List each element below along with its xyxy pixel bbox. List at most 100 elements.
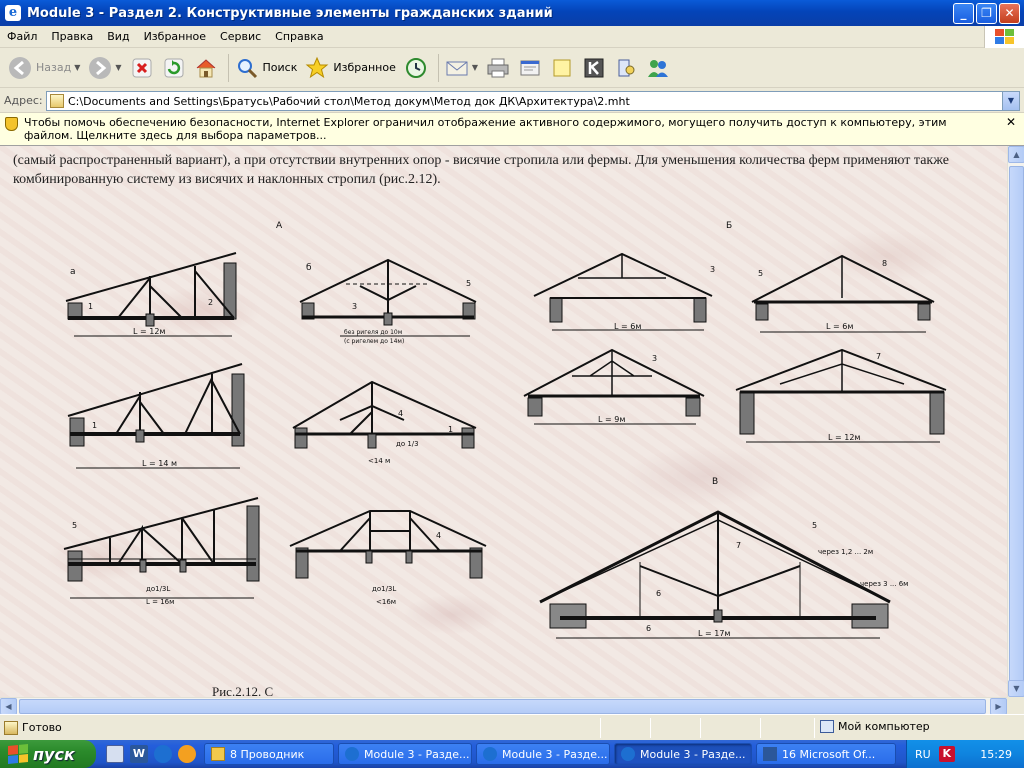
dim-d5: до 1/3 xyxy=(396,440,419,448)
security-zone[interactable]: Мой компьютер xyxy=(820,720,930,733)
dim-d11: L = 6м xyxy=(614,322,641,331)
figure-group-b-label: Б xyxy=(726,221,732,231)
edit-button[interactable] xyxy=(516,52,544,84)
address-bar: Адрес: C:\Documents and Settings\Братусь… xyxy=(0,89,1024,113)
word-icon[interactable]: W xyxy=(130,745,148,763)
stop-button[interactable] xyxy=(128,52,156,84)
num-7a: 7 xyxy=(876,352,881,361)
ie-task-icon xyxy=(483,747,497,761)
page-content: (самый распространенный вариант), а при … xyxy=(0,146,1007,697)
print-button[interactable] xyxy=(484,52,512,84)
vertical-scrollbar[interactable]: ▲ ▼ xyxy=(1007,146,1024,697)
ie-icon[interactable] xyxy=(154,745,172,763)
infobar-close-icon[interactable]: ✕ xyxy=(1006,115,1016,129)
infobar-text: Чтобы помочь обеспечению безопасности, I… xyxy=(24,116,947,142)
page-status-icon xyxy=(4,720,18,735)
title-bar: e Module 3 - Раздел 2. Конструктивные эл… xyxy=(0,0,1024,26)
address-dropdown-icon[interactable]: ▼ xyxy=(1002,92,1019,110)
horizontal-scroll-thumb[interactable] xyxy=(19,699,986,714)
ie-task-icon xyxy=(345,747,359,761)
num-4b: 4 xyxy=(436,531,441,540)
taskbar-module3-1[interactable]: Module 3 - Разде... xyxy=(338,743,472,765)
messenger-icon xyxy=(646,56,670,80)
ie-app-icon: e xyxy=(5,5,21,21)
discuss-button[interactable] xyxy=(548,52,576,84)
num-3a: 3 xyxy=(352,302,357,311)
stop-icon xyxy=(130,56,154,80)
dim-d13: L = 9м xyxy=(598,415,625,424)
note-icon xyxy=(550,56,574,80)
scroll-right-icon[interactable]: ▶ xyxy=(990,698,1007,715)
truss-figure: А Б В а L = 12м 1 2 б без ригеля до 10м … xyxy=(63,221,947,639)
back-arrow-icon xyxy=(8,56,32,80)
sub-label-a: а xyxy=(70,267,76,277)
scroll-up-icon[interactable]: ▲ xyxy=(1008,146,1024,163)
task-label: 16 Microsoft Of... xyxy=(782,747,876,761)
mht-file-icon xyxy=(50,94,64,108)
mail-dropdown-icon[interactable]: ▼ xyxy=(472,63,478,72)
scroll-left-icon[interactable]: ◀ xyxy=(0,698,17,715)
history-icon xyxy=(404,56,428,80)
num-5a: 5 xyxy=(466,279,471,288)
status-separator xyxy=(650,718,651,738)
scroll-down-icon[interactable]: ▼ xyxy=(1008,680,1024,697)
truss-b3: L = 9м 3 xyxy=(523,348,705,425)
truss-b1: L = 6м 3 xyxy=(533,252,715,331)
menu-edit[interactable]: Правка xyxy=(44,26,100,48)
start-button[interactable]: пуск xyxy=(0,740,96,768)
back-dropdown-icon[interactable]: ▼ xyxy=(74,63,80,72)
figure-group-a-label: А xyxy=(276,221,283,231)
close-button[interactable]: ✕ xyxy=(999,3,1020,24)
dim-d10: <16м xyxy=(376,598,396,606)
taskbar-explorer[interactable]: 8 Проводник xyxy=(204,743,334,765)
truss-b4: L = 12м 7 xyxy=(735,348,947,443)
back-button[interactable]: Назад ▼ xyxy=(6,52,82,84)
menu-file[interactable]: Файл xyxy=(0,26,44,48)
refresh-button[interactable] xyxy=(160,52,188,84)
menu-help[interactable]: Справка xyxy=(268,26,330,48)
language-indicator[interactable]: RU xyxy=(915,748,931,761)
computer-icon xyxy=(820,720,834,733)
search-button[interactable]: Поиск xyxy=(233,52,300,84)
minimize-button[interactable]: _ xyxy=(953,3,974,24)
taskbar-module3-3[interactable]: Module 3 - Разде... xyxy=(614,743,752,765)
k-logo-icon xyxy=(582,56,606,80)
horizontal-scrollbar[interactable]: ◀ ▶ xyxy=(0,697,1007,715)
favorites-button[interactable]: Избранное xyxy=(303,52,397,84)
forward-button[interactable]: ▼ xyxy=(86,52,123,84)
show-desktop-icon[interactable] xyxy=(106,745,124,763)
home-button[interactable] xyxy=(192,52,220,84)
media-player-icon[interactable] xyxy=(178,745,196,763)
maximize-button[interactable]: ❐ xyxy=(976,3,997,24)
num-5c: 5 xyxy=(758,269,763,278)
scroll-corner xyxy=(1007,697,1024,714)
history-button[interactable] xyxy=(402,52,430,84)
truss-b2: L = 6м 5 8 xyxy=(751,254,935,333)
task-label: Module 3 - Разде... xyxy=(364,747,470,761)
menu-tools[interactable]: Сервис xyxy=(213,26,268,48)
system-tray: RU K 15:29 xyxy=(906,740,1024,768)
mail-button[interactable]: ▼ xyxy=(443,52,480,84)
dim-d7: до1/3L xyxy=(146,585,170,593)
taskbar-module3-2[interactable]: Module 3 - Разде... xyxy=(476,743,610,765)
clock[interactable]: 15:29 xyxy=(980,748,1012,761)
taskbar-msoffice[interactable]: 16 Microsoft Of... xyxy=(756,743,896,765)
menu-view[interactable]: Вид xyxy=(100,26,136,48)
toolbar-separator xyxy=(437,53,439,82)
mail-icon xyxy=(445,56,469,80)
vertical-scroll-thumb[interactable] xyxy=(1009,166,1024,686)
security-infobar[interactable]: Чтобы помочь обеспечению безопасности, I… xyxy=(0,113,1024,146)
menu-favorites[interactable]: Избранное xyxy=(137,26,213,48)
dim-d8: L = 16м xyxy=(146,598,174,606)
back-label: Назад xyxy=(36,61,72,74)
forward-dropdown-icon[interactable]: ▼ xyxy=(115,63,121,72)
dim-d4: L = 14 м xyxy=(142,459,177,468)
kaspersky-tray-icon[interactable]: K xyxy=(938,746,955,762)
messenger-button[interactable] xyxy=(644,52,672,84)
address-input[interactable]: C:\Documents and Settings\Братусь\Рабочи… xyxy=(46,91,1020,111)
word-task-icon xyxy=(763,747,777,761)
research-button[interactable] xyxy=(612,52,640,84)
num-5d: 5 xyxy=(812,521,817,530)
windows-logo-icon xyxy=(984,26,1024,48)
kaspersky-button[interactable] xyxy=(580,52,608,84)
